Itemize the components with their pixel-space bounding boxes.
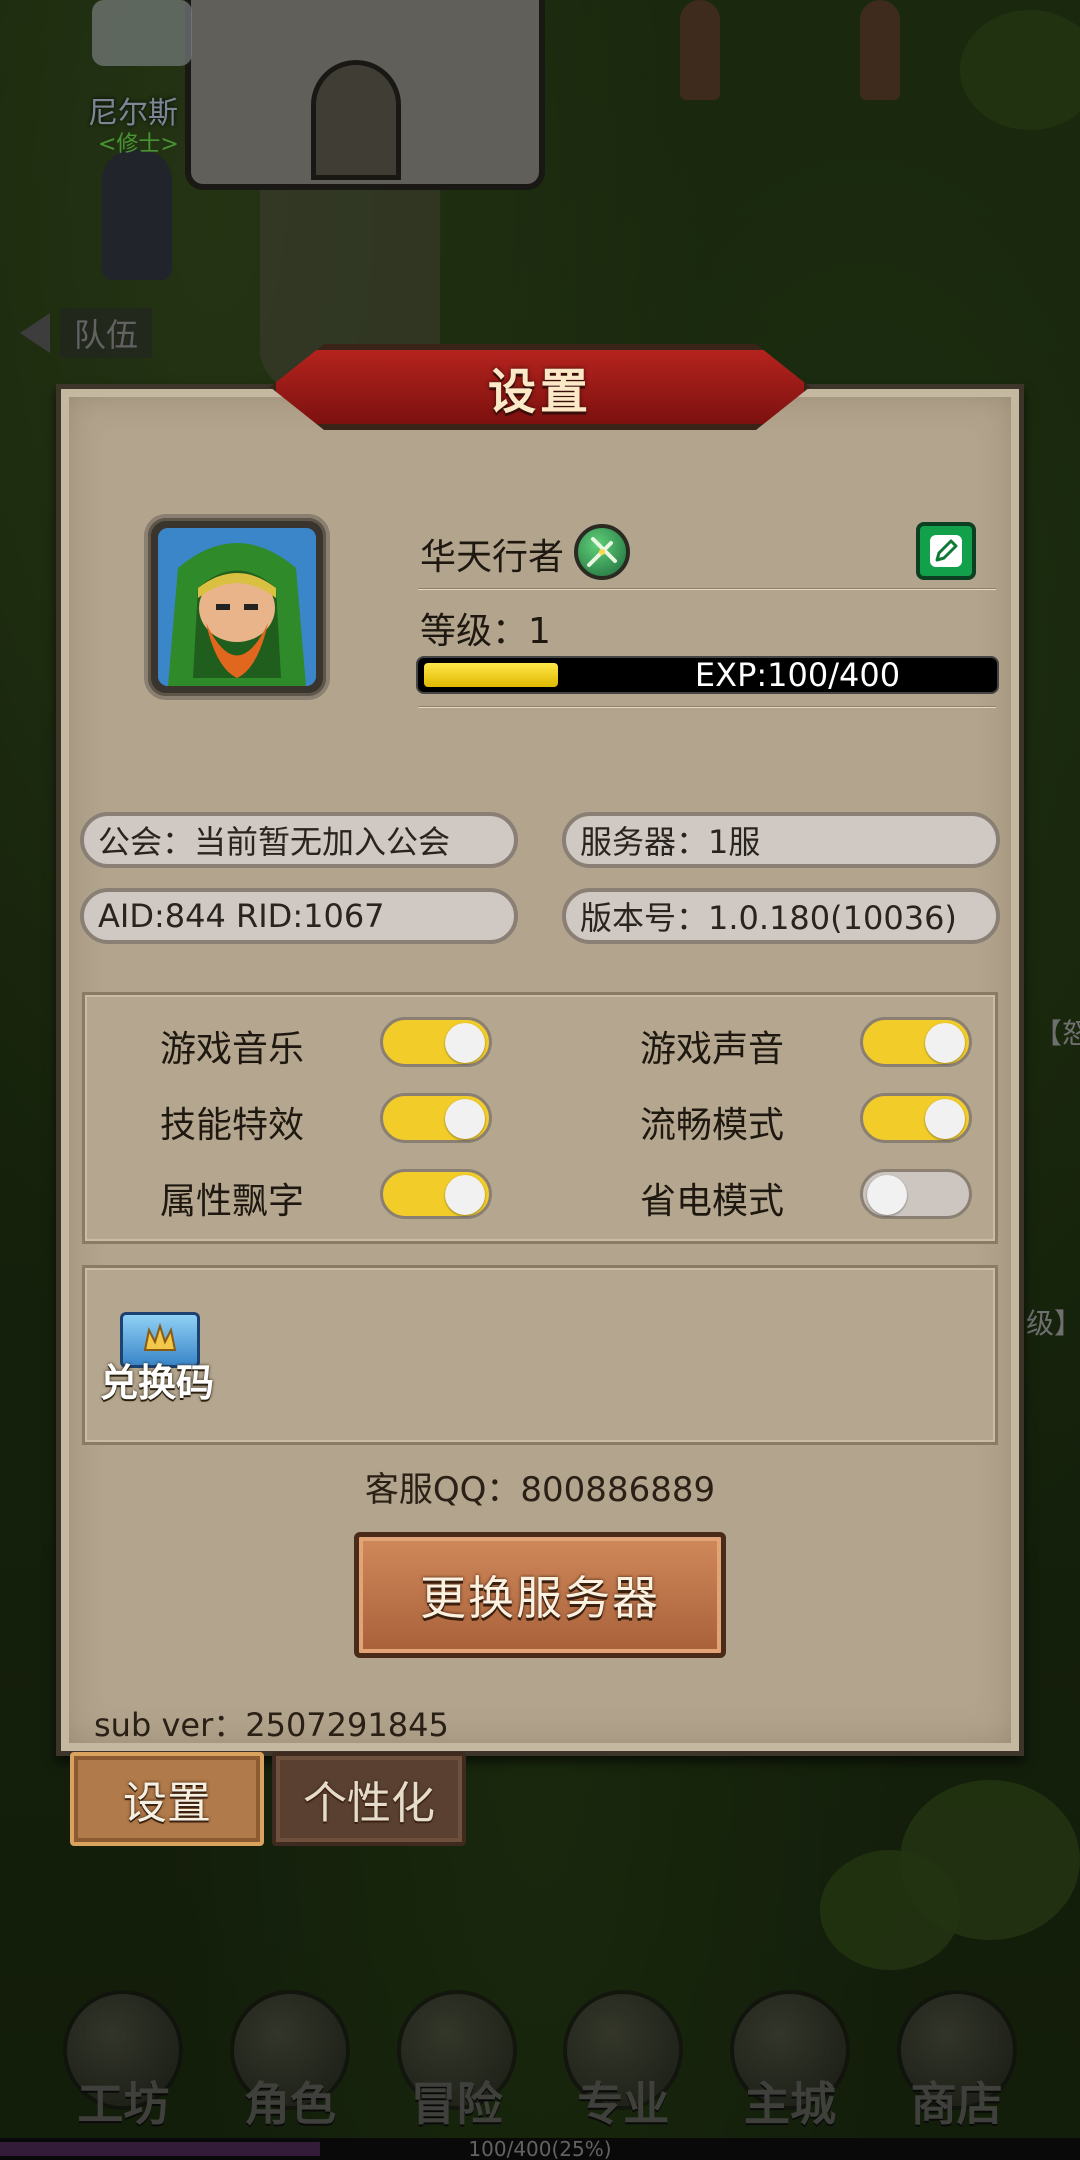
change-server-label: 更换服务器: [420, 1571, 660, 1625]
redeem-panel: [82, 1265, 998, 1445]
crossed-swords-class-icon: [574, 524, 630, 580]
toggle-knob: [867, 1175, 907, 1215]
sub-version: sub ver：2507291845: [94, 1706, 449, 1744]
exp-progress-bar: EXP:100/400: [416, 656, 999, 694]
toggle-knob: [445, 1099, 485, 1139]
tab-settings[interactable]: 设置: [70, 1752, 264, 1846]
toggle-label-power-saving: 省电模式: [640, 1181, 785, 1222]
guild-info: 公会：当前暂无加入公会: [80, 812, 518, 868]
exp-progress-fill: [424, 663, 558, 687]
divider: [418, 588, 996, 590]
dialog-title-banner: 设置: [258, 344, 822, 430]
exp-text: EXP:100/400: [694, 656, 901, 694]
power-saving-toggle[interactable]: [860, 1169, 972, 1219]
damage-text-toggle[interactable]: [380, 1169, 492, 1219]
toggle-label-smooth-mode: 流畅模式: [640, 1105, 785, 1146]
player-avatar[interactable]: [148, 518, 326, 696]
tab-personalize[interactable]: 个性化: [272, 1752, 466, 1846]
change-server-button[interactable]: 更换服务器: [354, 1532, 726, 1658]
player-level: 等级：1: [420, 611, 551, 652]
smooth-mode-toggle[interactable]: [860, 1093, 972, 1143]
player-name: 华天行者: [420, 537, 565, 578]
account-ids: AID:844 RID:1067: [80, 888, 518, 944]
divider: [418, 706, 996, 708]
skill-effects-toggle[interactable]: [380, 1093, 492, 1143]
redeem-code-button[interactable]: 兑换码: [100, 1352, 214, 1407]
dwarf-portrait-icon: [158, 528, 316, 686]
game-sound-toggle[interactable]: [860, 1017, 972, 1067]
toggle-knob: [445, 1175, 485, 1215]
toggle-label-game-music: 游戏音乐: [160, 1029, 305, 1070]
game-music-toggle[interactable]: [380, 1017, 492, 1067]
toggle-label-game-sound: 游戏声音: [640, 1029, 785, 1070]
toggle-knob: [925, 1023, 965, 1063]
toggle-label-skill-effects: 技能特效: [160, 1105, 305, 1146]
toggle-knob: [925, 1099, 965, 1139]
toggle-knob: [445, 1023, 485, 1063]
edit-name-button[interactable]: [916, 522, 976, 580]
version-info: 版本号：1.0.180(10036): [562, 888, 1000, 944]
customer-service-qq: 客服QQ：800886889: [364, 1470, 716, 1510]
toggle-label-damage-text: 属性飘字: [160, 1181, 305, 1222]
dialog-title: 设置: [487, 364, 592, 420]
server-info: 服务器：1服: [562, 812, 1000, 868]
pencil-icon: [930, 535, 962, 567]
